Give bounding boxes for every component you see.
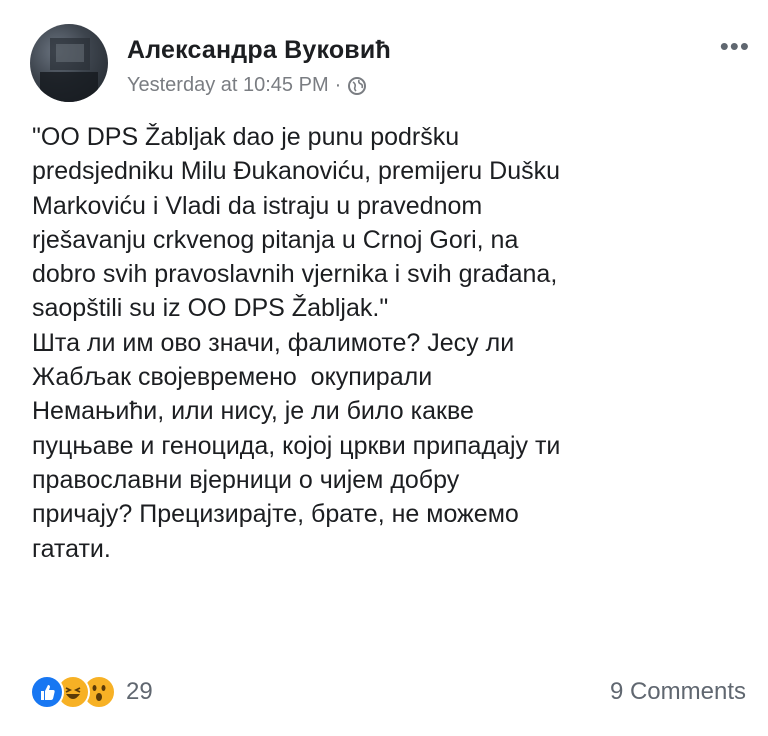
post-text-line: гатати. <box>32 534 111 563</box>
post-text-line: Markoviću i Vladi da istraju u pravednom <box>32 191 483 220</box>
post-text-line: Жабљак својевремено окупирали <box>32 363 433 392</box>
post-text-line: Шта ли им ово значи, фалимоте? Јесу ли <box>32 328 515 357</box>
comments-link[interactable]: 9 Comments <box>610 678 746 706</box>
avatar-photo <box>40 38 98 102</box>
more-options-icon[interactable]: ••• <box>720 33 750 59</box>
post-text-line: dobro svih pravoslavnih vjernika i svih … <box>32 260 558 289</box>
globe-icon[interactable] <box>347 76 367 96</box>
post-header: Александра Вуковић Yesterday at 10:45 PM… <box>30 24 750 104</box>
post-text-line: православни вјерници о чијем добру <box>32 465 460 494</box>
post-text-line: predsjedniku Milu Đukanoviću, premijeru … <box>32 157 561 186</box>
author-avatar[interactable] <box>30 24 108 102</box>
like-icon <box>30 675 64 709</box>
author-name[interactable]: Александра Вуковић <box>127 36 391 65</box>
post-text-line: "OO DPS Žabljak dao je punu podršku <box>32 123 460 151</box>
meta-separator: · <box>334 74 342 96</box>
post-text-line: причају? Прецизирајте, брате, не можемо <box>32 500 519 529</box>
post-text-line: пуцњаве и геноцида, којој цркви припадај… <box>32 431 561 460</box>
reactions-summary[interactable]: 29 <box>30 672 153 712</box>
post-timestamp[interactable]: Yesterday at 10:45 PM <box>127 74 329 97</box>
post-text-line: saopštili su iz OO DPS Žabljak." <box>32 294 389 323</box>
facebook-post: Александра Вуковић Yesterday at 10:45 PM… <box>0 0 768 736</box>
post-meta: Yesterday at 10:45 PM · <box>127 74 367 97</box>
post-text: "OO DPS Žabljak dao je punu podršku pred… <box>32 120 752 566</box>
post-text-line: Немањићи, или нису, је ли било какве <box>32 397 474 426</box>
post-footer: 29 9 Comments <box>30 672 746 712</box>
post-text-line: rješavanju crkvenog pitanja u Crnoj Gori… <box>32 225 519 254</box>
reaction-count: 29 <box>126 678 153 705</box>
